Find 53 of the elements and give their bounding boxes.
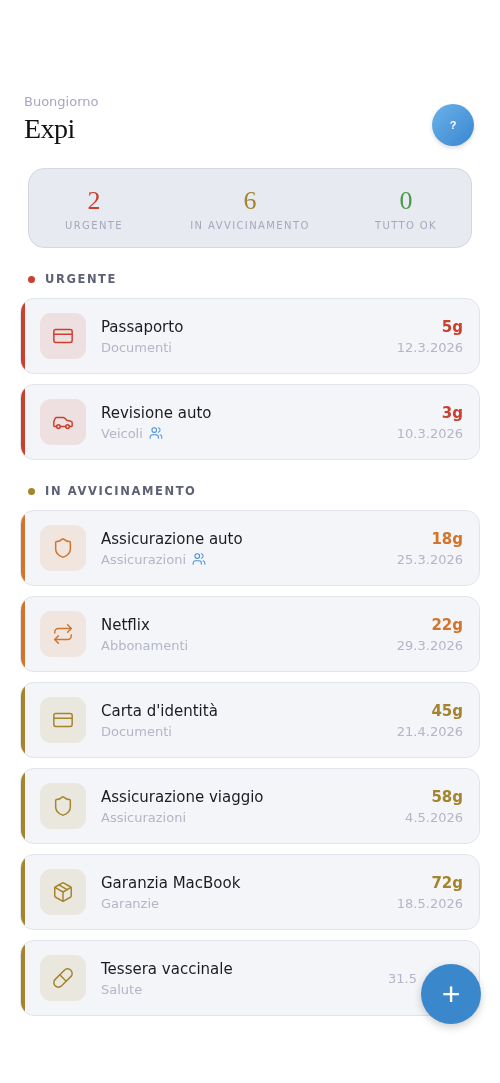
deadline-card[interactable]: Netflix Abbonamenti 22g 29.3.2026 xyxy=(20,596,480,672)
item-category: Documenti xyxy=(101,339,172,355)
due-date: 4.5.2026 xyxy=(405,809,463,825)
item-category: Documenti xyxy=(101,723,172,739)
shield-icon xyxy=(52,537,74,559)
stat-label: TUTTO OK xyxy=(374,219,438,231)
item-category: Abbonamenti xyxy=(101,637,189,653)
section-title: URGENTE xyxy=(45,272,117,286)
deadline-card[interactable]: Passaporto Documenti 5g 12.3.2026 xyxy=(20,298,480,374)
days-left: 72g xyxy=(431,873,463,892)
item-category: Assicurazioni xyxy=(101,809,186,825)
stat-label: URGENTE xyxy=(64,219,123,231)
due-date: 31.5 xyxy=(388,970,417,986)
app-title: Expi xyxy=(24,112,76,145)
due-date: 21.4.2026 xyxy=(396,723,463,739)
item-name: Assicurazione auto xyxy=(101,529,244,548)
deadline-card[interactable]: Garanzia MacBook Garanzie 72g 18.5.2026 xyxy=(20,854,480,930)
days-left: 58g xyxy=(431,787,463,806)
deadline-card[interactable]: Revisione auto Veicoli 3g 10.3.2026 xyxy=(20,384,480,460)
pill-icon xyxy=(52,967,74,989)
days-left: 22g xyxy=(431,615,463,634)
stat-label: IN AVVICINAMENTO xyxy=(190,219,310,231)
section-title: IN AVVICINAMENTO xyxy=(45,484,197,498)
item-name: Carta d'identità xyxy=(101,701,219,720)
due-date: 18.5.2026 xyxy=(396,895,463,911)
item-category: Veicoli xyxy=(101,425,143,441)
greeting: Buongiorno xyxy=(24,93,99,109)
item-name: Passaporto xyxy=(101,317,185,336)
due-date: 12.3.2026 xyxy=(396,339,463,355)
deadline-card[interactable]: Carta d'identità Documenti 45g 21.4.2026 xyxy=(20,682,480,758)
due-date: 25.3.2026 xyxy=(396,551,463,567)
due-date: 29.3.2026 xyxy=(396,637,463,653)
item-category: Garanzie xyxy=(101,895,160,911)
days-left: 3g xyxy=(441,403,463,422)
days-left: 18g xyxy=(431,529,463,548)
item-category: Salute xyxy=(101,981,143,997)
shield-icon xyxy=(52,795,74,817)
deadline-card[interactable]: Assicurazione auto Assicurazioni 18g 25.3.2026 xyxy=(20,510,480,586)
repeat-arrows-icon xyxy=(52,623,74,645)
deadline-card[interactable]: Assicurazione viaggio Assicurazioni 58g 4.5.2026 xyxy=(20,768,480,844)
box-icon xyxy=(52,881,74,903)
stat-count: 6 xyxy=(243,185,257,216)
days-left: 45g xyxy=(431,701,463,720)
item-name: Garanzia MacBook xyxy=(101,873,242,892)
stat-count: 2 xyxy=(87,185,101,216)
days-left: 5g xyxy=(441,317,463,336)
stat-count: 0 xyxy=(399,185,413,216)
item-category: Assicurazioni xyxy=(101,551,186,567)
item-name: Assicurazione viaggio xyxy=(101,787,265,806)
item-name: Revisione auto xyxy=(101,403,213,422)
item-name: Netflix xyxy=(101,615,151,634)
item-name: Tessera vaccinale xyxy=(101,959,234,978)
due-date: 10.3.2026 xyxy=(396,425,463,441)
